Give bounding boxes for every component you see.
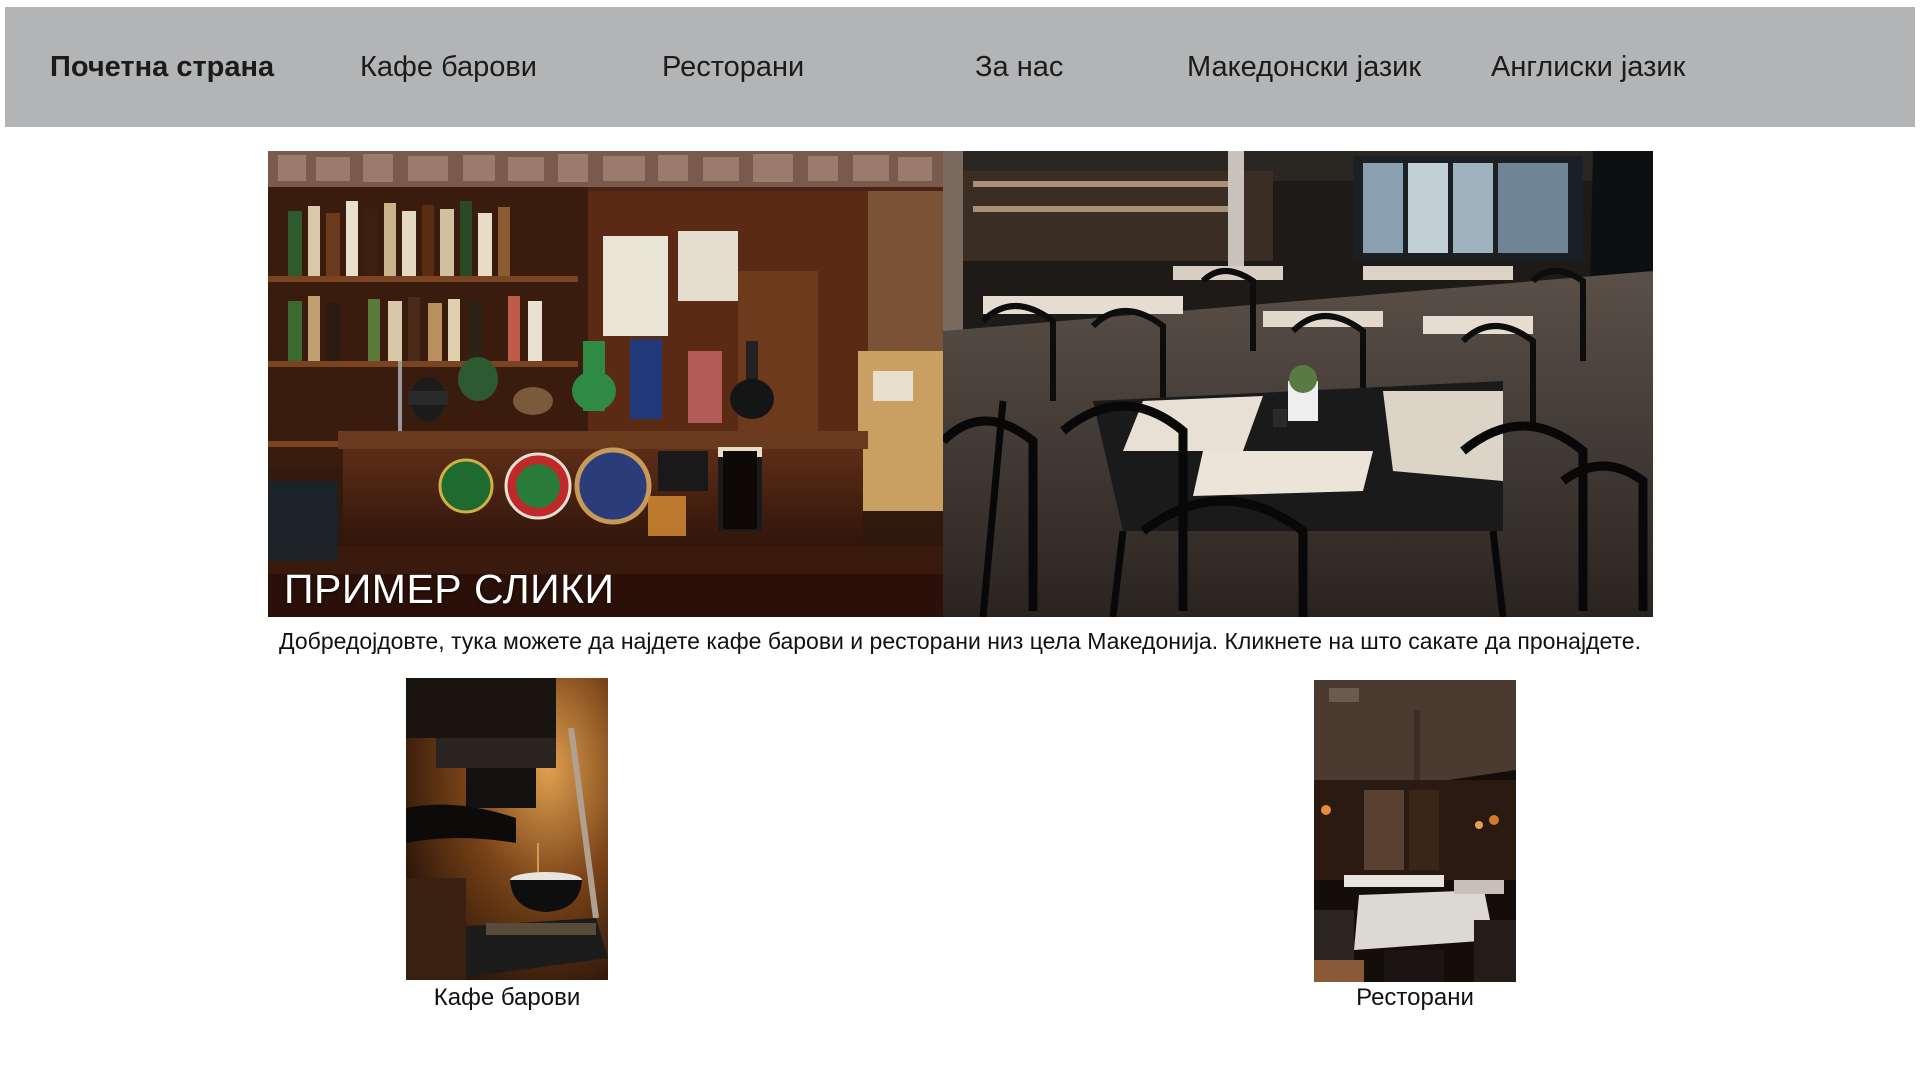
hero-bar-image: ПРИМЕР СЛИКИ (268, 151, 943, 617)
cafe-bars-label[interactable]: Кафе барови (346, 984, 668, 1012)
cafe-bars-card[interactable]: Кафе барови (406, 678, 608, 1011)
nav-macedonian-language-link[interactable]: Македонски јазик (1187, 7, 1421, 127)
hero-banner: ПРИМЕР СЛИКИ (268, 151, 1653, 617)
nav-cafe-bars-link[interactable]: Кафе барови (360, 7, 537, 127)
hero-caption: ПРИМЕР СЛИКИ (284, 566, 615, 612)
restaurants-image[interactable] (1314, 680, 1516, 982)
nav-restaurants-link[interactable]: Ресторани (662, 7, 804, 127)
restaurants-label[interactable]: Ресторани (1254, 984, 1576, 1012)
nav-english-language-link[interactable]: Англиски јазик (1491, 7, 1685, 127)
hero-dining-image (943, 151, 1653, 617)
cafe-bars-image[interactable] (406, 678, 608, 980)
nav-home-link[interactable]: Почетна страна (50, 7, 274, 127)
nav-about-link[interactable]: За нас (975, 7, 1063, 127)
top-navigation-bar: Почетна страна Кафе барови Ресторани За … (5, 7, 1915, 127)
welcome-message: Добредојдовте, тука можете да најдете ка… (279, 628, 1641, 654)
restaurants-card[interactable]: Ресторани (1314, 680, 1516, 1011)
